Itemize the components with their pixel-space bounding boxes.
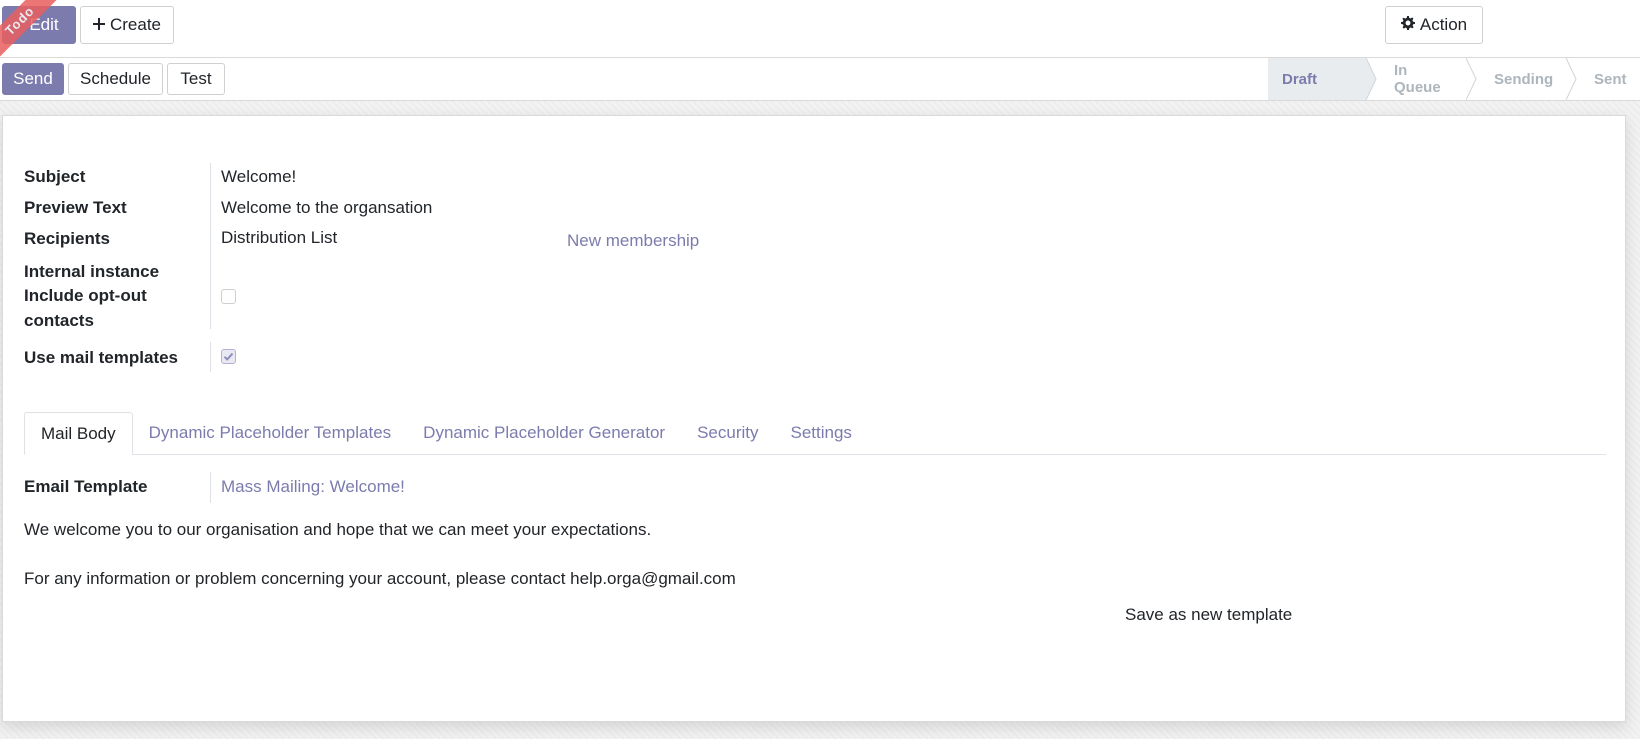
action-button[interactable]: Action <box>1385 6 1483 44</box>
test-button-label: Test <box>180 69 212 88</box>
create-button[interactable]: Create <box>80 6 174 44</box>
include-opt-out-label-line1: Include opt-out <box>24 286 147 305</box>
form-sheet: Subject Welcome! Preview Text Welcome to… <box>2 115 1626 722</box>
include-opt-out-label-line2: contacts <box>24 311 94 330</box>
include-opt-out-label: Include opt-out contacts <box>24 283 147 333</box>
mail-body-paragraph[interactable]: For any information or problem concernin… <box>24 566 736 591</box>
include-opt-out-checkbox[interactable] <box>221 289 236 304</box>
send-button[interactable]: Send <box>2 63 64 95</box>
field-divider <box>210 472 211 503</box>
preview-text-label: Preview Text <box>24 198 127 217</box>
tab-mail-body-label: Mail Body <box>41 423 116 443</box>
email-template-label: Email Template <box>24 477 148 496</box>
schedule-button-label: Schedule <box>80 69 151 88</box>
stage-sent-label: Sent <box>1594 70 1627 88</box>
stage-separator <box>1566 58 1577 100</box>
tab-settings-label: Settings <box>790 423 852 442</box>
stage-sending[interactable]: Sending <box>1466 58 1577 100</box>
create-button-label: Create <box>109 15 162 34</box>
subject-label: Subject <box>24 167 86 186</box>
use-mail-templates-checkbox[interactable] <box>221 349 236 364</box>
subject-field[interactable]: Welcome! <box>221 164 296 189</box>
new-membership-link[interactable]: New membership <box>567 228 699 253</box>
stage-sending-label: Sending <box>1494 70 1554 88</box>
stage-draft[interactable]: Draft <box>1268 58 1377 100</box>
stage-in-queue[interactable]: In Queue <box>1366 58 1477 100</box>
statusbar: Draft In Queue Sending Sent <box>1268 58 1640 100</box>
plus-icon <box>92 15 105 35</box>
form-status-header: Send Schedule Test Draft In Queue Sendin… <box>0 58 1640 101</box>
checkmark-icon <box>223 352 234 361</box>
field-divider <box>210 342 211 372</box>
test-button[interactable]: Test <box>167 63 225 95</box>
gear-icon <box>1400 15 1415 35</box>
tab-mail-body[interactable]: Mail Body <box>24 412 133 455</box>
control-panel: Todo Edit Create Action <box>0 0 1640 72</box>
tab-dynamic-placeholder-templates-label: Dynamic Placeholder Templates <box>148 423 392 442</box>
tab-settings[interactable]: Settings <box>775 412 868 454</box>
email-template-field[interactable]: Mass Mailing: Welcome! <box>221 474 405 499</box>
stage-draft-label: Draft <box>1282 70 1318 88</box>
field-divider <box>210 163 211 329</box>
stage-sent[interactable]: Sent <box>1566 58 1640 100</box>
tab-security[interactable]: Security <box>681 412 774 454</box>
schedule-button[interactable]: Schedule <box>68 63 163 95</box>
mail-body-paragraph[interactable]: We welcome you to our organisation and h… <box>24 517 651 542</box>
tab-dynamic-placeholder-generator-label: Dynamic Placeholder Generator <box>423 423 666 442</box>
use-mail-templates-label: Use mail templates <box>24 348 179 367</box>
tab-security-label: Security <box>697 423 759 442</box>
action-button-label: Action <box>1419 15 1468 34</box>
tab-dynamic-placeholder-generator[interactable]: Dynamic Placeholder Generator <box>407 412 681 454</box>
notebook-tabs: Mail Body Dynamic Placeholder Templates … <box>24 412 1606 455</box>
preview-text-field[interactable]: Welcome to the organsation <box>221 195 432 220</box>
stage-separator <box>1366 58 1377 100</box>
internal-instance-label: Internal instance <box>24 262 160 281</box>
recipients-field[interactable]: Distribution List <box>221 225 337 250</box>
send-button-label: Send <box>13 69 53 88</box>
save-as-new-template-button[interactable]: Save as new template <box>1125 602 1292 627</box>
stage-separator <box>1466 58 1477 100</box>
tab-dynamic-placeholder-templates[interactable]: Dynamic Placeholder Templates <box>133 412 408 454</box>
stage-in-queue-label: In Queue <box>1394 62 1441 96</box>
recipients-label: Recipients <box>24 229 110 248</box>
